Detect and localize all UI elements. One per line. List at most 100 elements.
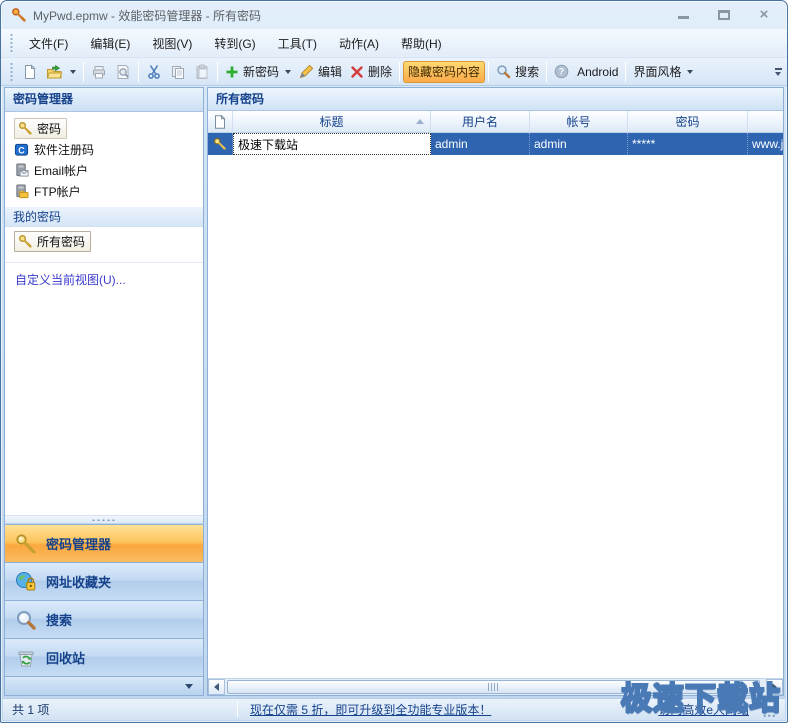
column-header-account[interactable]: 帐号 [530,111,628,133]
cell-password[interactable]: ***** [628,133,748,155]
edit-button[interactable]: 编辑 [295,61,346,83]
search-button[interactable]: 搜索 [492,61,543,83]
sidebar-caption: 密码管理器 [5,88,203,112]
configure-buttons-strip[interactable] [5,676,203,695]
menu-tools[interactable]: 工具(T) [267,31,328,56]
scroll-left-button[interactable] [208,679,225,695]
column-header-password[interactable]: 密码 [628,111,748,133]
help-button[interactable]: ? [550,61,573,83]
tree-item-label: FTP帐户 [34,183,81,200]
close-button[interactable]: × [755,7,773,23]
cut-button[interactable] [142,61,166,83]
open-file-button[interactable] [42,61,80,83]
window-title: MyPwd.epmw - 效能密码管理器 - 所有密码 [33,7,261,24]
minimize-button[interactable] [675,7,693,23]
menu-edit[interactable]: 编辑(E) [79,31,141,56]
tree-item-all-passwords[interactable]: 所有密码 [5,231,203,252]
menu-help[interactable]: 帮助(H) [390,31,453,56]
key-icon [15,533,37,555]
search-icon [496,64,511,79]
menubar-grip[interactable] [9,34,14,52]
column-header-icon[interactable] [208,111,233,133]
cell-url[interactable]: www.jisu [748,133,783,155]
customize-view-link[interactable]: 自定义当前视图(U)... [5,263,203,292]
chevron-down-icon [185,684,193,689]
magnifier-icon [15,609,37,631]
upgrade-link[interactable]: 现在仅需 5 折，即可升级到全功能专业版本！ [250,701,491,718]
copy-button[interactable] [166,61,190,83]
toolbar-overflow-button[interactable] [772,64,784,80]
nav-button-label: 网址收藏夹 [46,572,111,591]
key-icon [18,234,33,249]
ftp-account-icon [14,184,29,199]
menu-view[interactable]: 视图(V) [141,31,203,56]
list-empty-area [208,155,783,678]
cut-icon [146,64,162,80]
cell-account[interactable]: admin [530,133,628,155]
tree-item-registration-codes[interactable]: C 软件注册码 [5,139,203,160]
app-window: MyPwd.epmw - 效能密码管理器 - 所有密码 × 文件(F) 编辑(E… [0,0,788,723]
print-preview-icon [115,64,131,80]
print-preview-button[interactable] [111,61,135,83]
splitter-handle[interactable] [5,515,203,524]
key-icon [213,137,227,151]
menu-actions[interactable]: 动作(A) [328,31,390,56]
paste-button[interactable] [190,61,214,83]
recycle-bin-icon [15,647,37,669]
tree-item-email-accounts[interactable]: Email帐户 [5,160,203,181]
print-button[interactable] [87,61,111,83]
menu-goto[interactable]: 转到(G) [203,31,266,56]
tree-item-label: 所有密码 [37,233,85,250]
nav-button-password-manager[interactable]: 密码管理器 [5,524,203,562]
toolbar-separator [399,62,400,82]
title-bar: MyPwd.epmw - 效能密码管理器 - 所有密码 × [1,1,787,29]
nav-button-url-favorites[interactable]: 网址收藏夹 [5,562,203,600]
column-header-title[interactable]: 标题 [233,111,431,133]
sort-ascending-icon [416,119,424,124]
toolbar-separator [546,62,547,82]
android-label: Android [577,65,618,79]
new-password-label: 新密码 [243,63,279,80]
app-key-icon [11,7,27,23]
hide-password-label: 隐藏密码内容 [408,63,480,80]
new-password-dropdown-arrow-icon[interactable] [285,70,291,74]
menu-file[interactable]: 文件(F) [18,31,79,56]
cell-username[interactable]: admin [431,133,530,155]
key-icon [18,121,33,136]
maximize-icon [718,10,730,20]
pencil-icon [299,64,314,79]
toolbar-separator [217,62,218,82]
ui-style-label: 界面风格 [633,63,681,80]
tree-item-ftp-accounts[interactable]: FTP帐户 [5,181,203,202]
close-icon: × [755,7,773,23]
open-dropdown-arrow-icon[interactable] [70,70,76,74]
cell-title[interactable]: 极速下载站 [233,133,431,155]
open-folder-icon [46,64,64,80]
ui-style-dropdown-arrow-icon [687,70,693,74]
toolbar-grip[interactable] [9,63,14,81]
paste-icon [194,64,210,80]
sidebar: 密码管理器 密码 C [4,87,204,696]
new-password-button[interactable]: 新密码 [221,61,295,83]
nav-button-search[interactable]: 搜索 [5,600,203,638]
menu-bar: 文件(F) 编辑(E) 视图(V) 转到(G) 工具(T) 动作(A) 帮助(H… [1,29,787,58]
hide-password-content-button[interactable]: 隐藏密码内容 [403,61,485,83]
overflow-arrow-icon [775,72,781,76]
new-file-button[interactable] [18,61,42,83]
arrow-left-icon [214,683,219,691]
tree-item-passwords[interactable]: 密码 [5,118,203,139]
toolbar-separator [625,62,626,82]
ui-style-button[interactable]: 界面风格 [629,61,697,83]
android-button[interactable]: Android [573,61,622,83]
table-row[interactable]: 极速下载站 admin admin ***** www.jisu [208,133,783,155]
tree-item-label: Email帐户 [34,162,88,179]
thumb-grip-icon [488,683,499,691]
nav-button-label: 回收站 [46,648,85,667]
delete-x-icon [350,65,364,79]
column-header-url[interactable] [748,111,783,133]
maximize-button[interactable] [715,7,733,23]
column-header-username[interactable]: 用户名 [431,111,530,133]
document-icon [214,115,226,129]
delete-button[interactable]: 删除 [346,61,396,83]
nav-button-recycle-bin[interactable]: 回收站 [5,638,203,676]
